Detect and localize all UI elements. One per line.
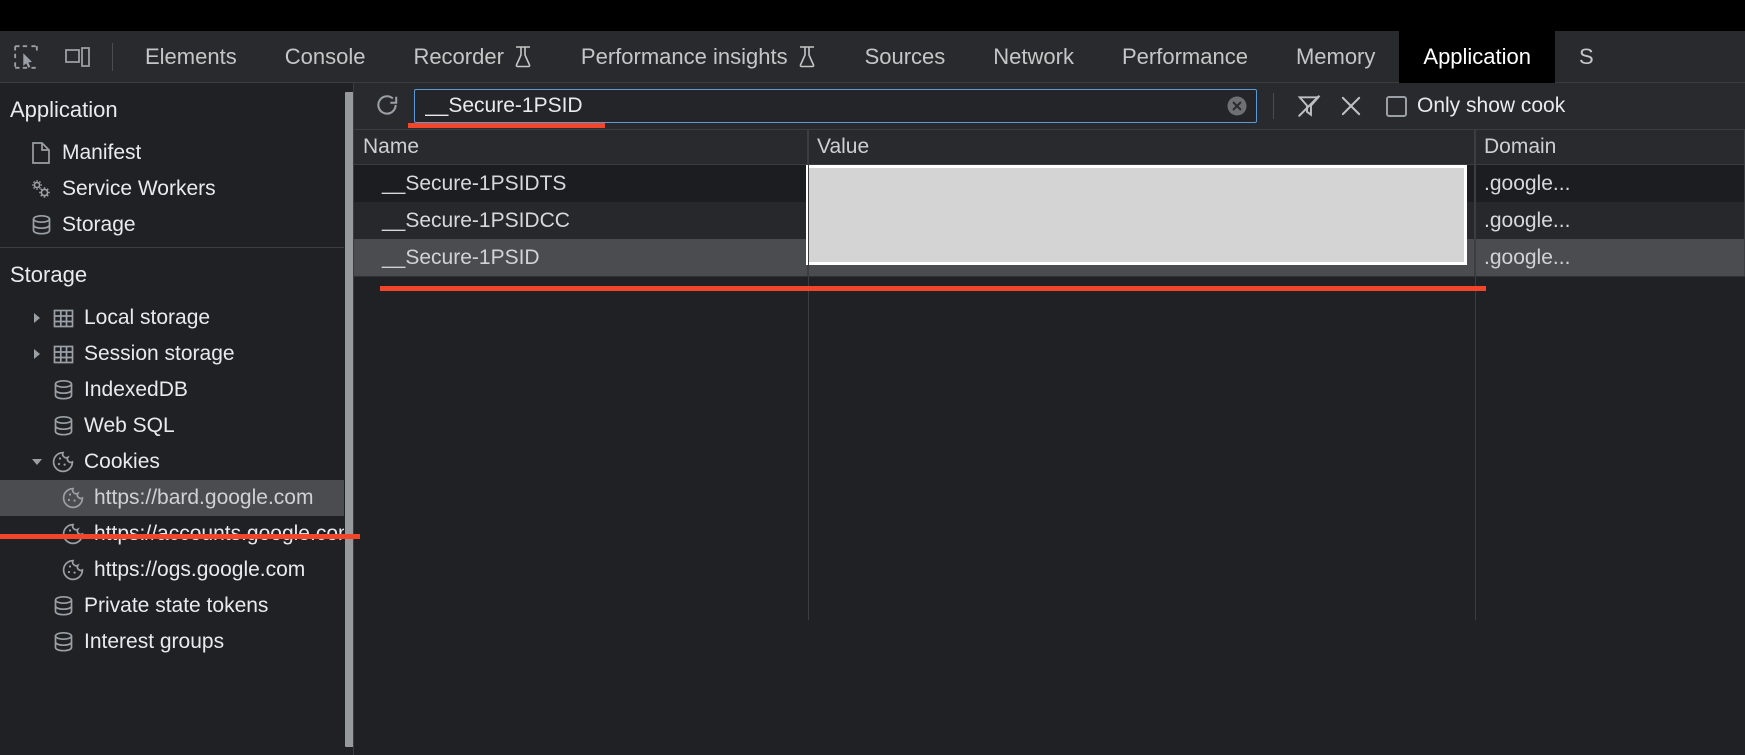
sidebar-item-label: Private state tokens — [84, 594, 269, 617]
sidebar-item-cookies[interactable]: Cookies — [0, 444, 344, 480]
sidebar-item-label: Service Workers — [62, 177, 216, 200]
sidebar-section-storage-title: Storage — [10, 262, 88, 287]
sidebar-item-service-workers[interactable]: Service Workers — [0, 171, 344, 207]
experimental-flask-icon — [513, 45, 533, 69]
tab-label: Console — [284, 44, 366, 69]
clear-input-icon[interactable] — [1222, 91, 1252, 121]
tab-label: Recorder — [413, 44, 504, 69]
tab-performance[interactable]: Performance — [1098, 31, 1272, 83]
tab-console[interactable]: Console — [261, 31, 390, 83]
window-top-strip — [0, 0, 1745, 31]
sidebar-item-indexeddb[interactable]: IndexedDB — [0, 372, 344, 408]
sidebar-item-interest-groups[interactable]: Interest groups — [0, 624, 344, 660]
tab-label: Performance insights — [580, 44, 788, 69]
tab-application[interactable]: Application — [1399, 31, 1556, 83]
tab-label: S — [1579, 44, 1594, 69]
refresh-icon[interactable] — [366, 85, 408, 127]
document-icon — [26, 141, 56, 165]
sidebar-item-local-storage[interactable]: Local storage — [0, 300, 344, 336]
devtools-tab-bar: Elements Console Recorder Performance in… — [0, 31, 1745, 83]
database-icon — [48, 630, 78, 654]
tab-network[interactable]: Network — [969, 31, 1098, 83]
tab-label: Memory — [1295, 44, 1376, 69]
cookie-filter-field[interactable] — [414, 89, 1257, 123]
tab-security[interactable]: S — [1555, 31, 1618, 83]
toolbar-divider — [112, 42, 113, 71]
annotation-selected-row-underline — [380, 286, 1486, 291]
tab-label: Sources — [864, 44, 946, 69]
database-icon — [26, 213, 56, 237]
grid-column-lines — [354, 130, 1745, 620]
cookies-panel: Only show cook Name Value Domain __Secur… — [354, 83, 1745, 755]
tab-label: Performance — [1121, 44, 1248, 69]
annotation-filter-underline — [408, 123, 605, 128]
devtools-window: Elements Console Recorder Performance in… — [0, 0, 1745, 755]
tab-memory[interactable]: Memory — [1272, 31, 1399, 83]
sidebar-item-label: Session storage — [84, 342, 235, 365]
sidebar-item-manifest[interactable]: Manifest — [0, 135, 344, 171]
cookie-icon — [48, 450, 78, 474]
sidebar-item-storage[interactable]: Storage — [0, 207, 344, 243]
sidebar-item-private-state-tokens[interactable]: Private state tokens — [0, 588, 344, 624]
cookies-data-grid: Name Value Domain __Secure-1PSIDTS .goog… — [354, 130, 1745, 755]
table-icon — [48, 343, 78, 366]
application-sidebar: Application Manifest Service Workers Sto… — [0, 83, 344, 755]
tab-label: Network — [993, 44, 1074, 69]
tab-performance-insights[interactable]: Performance insights — [557, 31, 841, 83]
experimental-flask-icon — [797, 45, 817, 69]
database-icon — [48, 594, 78, 618]
chevron-down-icon[interactable] — [26, 456, 48, 468]
database-icon — [48, 414, 78, 438]
clear-filter-icon[interactable] — [1288, 85, 1330, 127]
inspect-element-icon[interactable] — [0, 31, 52, 83]
only-show-cookies-label: Only show cook — [1417, 94, 1566, 117]
tab-label: Elements — [145, 44, 237, 69]
sidebar-item-label: https://ogs.google.com — [94, 558, 306, 581]
sidebar-item-label: Web SQL — [84, 414, 175, 437]
sidebar-item-web-sql[interactable]: Web SQL — [0, 408, 344, 444]
sidebar-item-label: Storage — [62, 213, 136, 236]
sidebar-item-label: IndexedDB — [84, 378, 188, 401]
tab-sources[interactable]: Sources — [841, 31, 970, 83]
search-input[interactable] — [415, 94, 1222, 118]
sidebar-item-label: Cookies — [84, 450, 160, 473]
sidebar-item-cookies-bard-google-com[interactable]: https://bard.google.com — [0, 480, 344, 516]
gears-icon — [26, 177, 56, 201]
clear-all-cookies-icon[interactable] — [1330, 85, 1372, 127]
sidebar-item-label: Manifest — [62, 141, 142, 164]
checkbox-icon[interactable] — [1386, 95, 1407, 117]
grid-empty-area — [354, 130, 1745, 755]
tab-recorder[interactable]: Recorder — [389, 31, 556, 83]
sidebar-section-application-title: Application — [10, 97, 118, 122]
cookie-icon — [58, 486, 88, 510]
sidebar-item-session-storage[interactable]: Session storage — [0, 336, 344, 372]
sidebar-item-label: Interest groups — [84, 630, 225, 653]
cookie-icon — [58, 558, 88, 582]
only-show-cookies-checkbox-wrap[interactable]: Only show cook — [1386, 94, 1565, 118]
chevron-right-icon[interactable] — [26, 312, 48, 324]
sidebar-item-cookies-ogs-google-com[interactable]: https://ogs.google.com — [0, 552, 344, 588]
tab-label: Application — [1423, 44, 1532, 69]
table-icon — [48, 307, 78, 330]
chevron-right-icon[interactable] — [26, 348, 48, 360]
database-icon — [48, 378, 78, 402]
device-toolbar-icon[interactable] — [52, 31, 104, 83]
annotation-selected-tree-item-underline — [0, 534, 360, 539]
toolbar-divider — [1273, 93, 1274, 119]
sidebar-item-label: https://bard.google.com — [94, 486, 314, 509]
tab-elements[interactable]: Elements — [121, 31, 261, 83]
sidebar-item-label: Local storage — [84, 306, 211, 329]
